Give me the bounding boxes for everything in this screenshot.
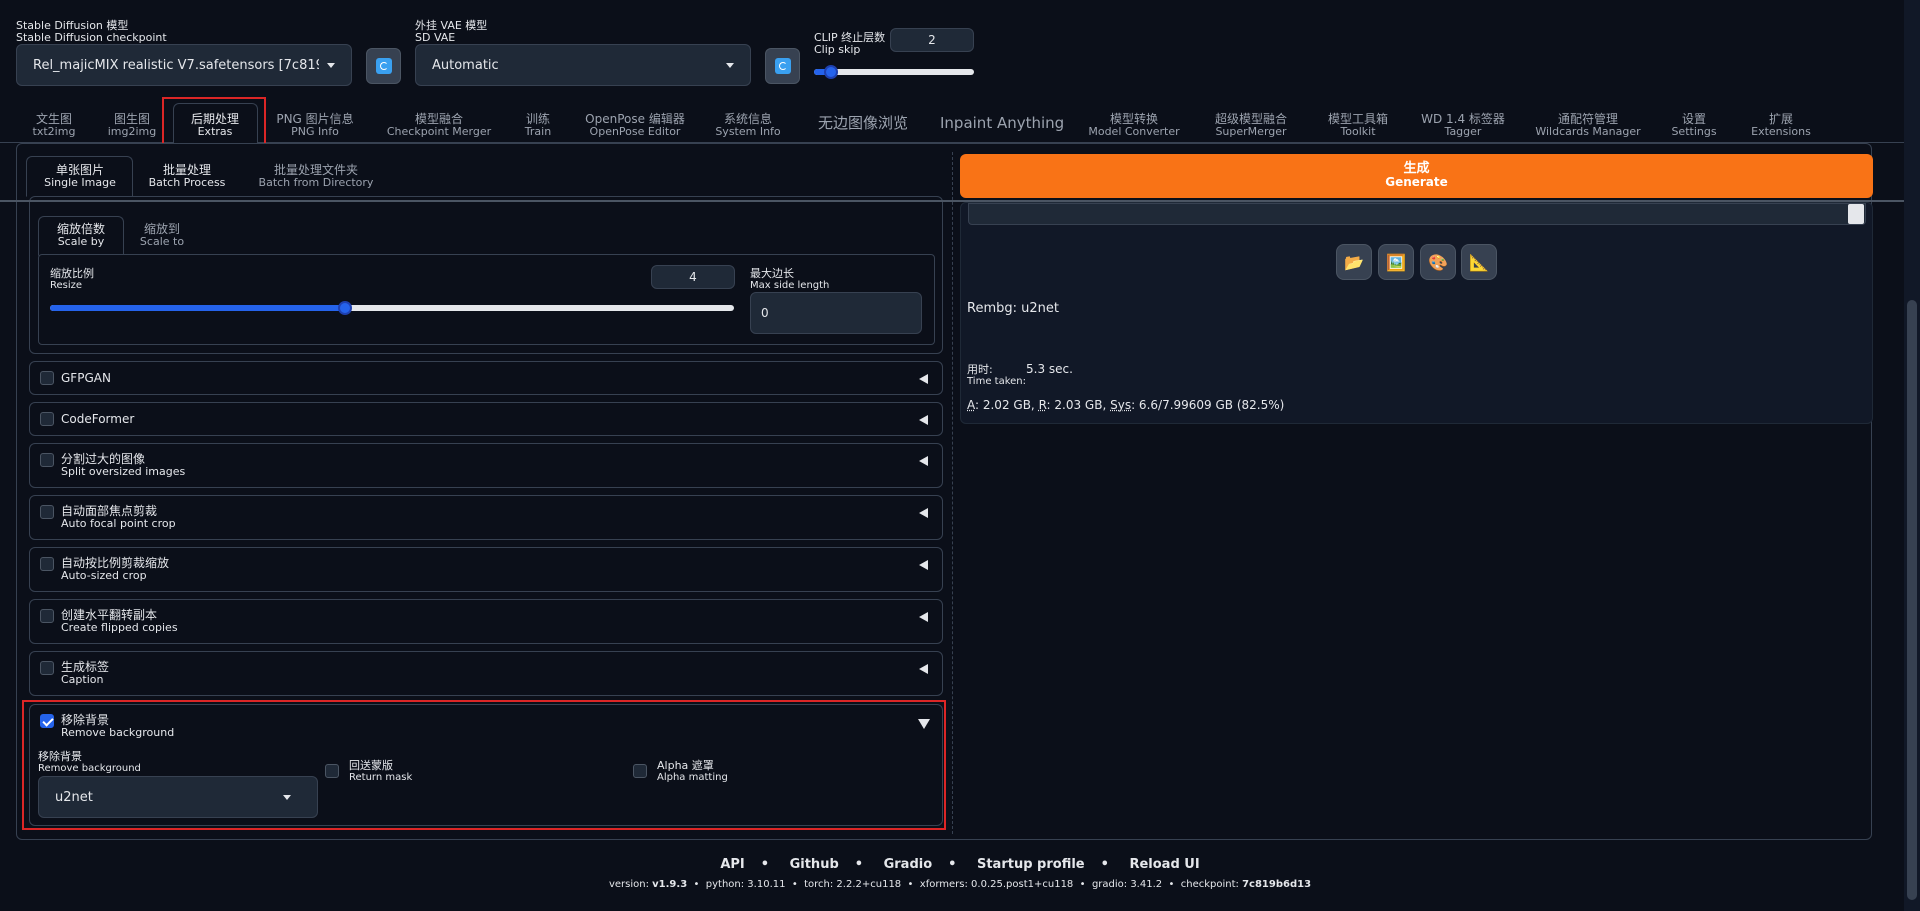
clip-skip-slider[interactable] xyxy=(814,65,974,79)
tab-png-info[interactable]: PNG 图片信息 PNG Info xyxy=(272,113,358,138)
resize-input[interactable]: 4 xyxy=(651,265,735,289)
collapse-arrow-icon xyxy=(919,415,928,425)
output-panel xyxy=(960,202,1873,424)
subtab-batch-process[interactable]: 批量处理 Batch Process xyxy=(148,164,226,189)
refresh-icon xyxy=(774,58,791,74)
open-folder-button[interactable]: 📂 xyxy=(1336,244,1372,280)
sd-vae-value: Automatic xyxy=(432,57,499,73)
chevron-down-icon xyxy=(327,62,335,68)
generate-button[interactable]: 生成 Generate xyxy=(960,154,1873,198)
slider-thumb[interactable] xyxy=(824,65,838,79)
version-info: version: v1.9.3 • python: 3.10.11 • torc… xyxy=(608,879,1312,890)
tab-inpaint-anything[interactable]: Inpaint Anything xyxy=(940,114,1064,132)
tab-toolkit[interactable]: 模型工具箱 Toolkit xyxy=(1316,113,1400,138)
sd-vae-label: 外挂 VAE 模型 SD VAE xyxy=(415,19,488,44)
collapse-arrow-icon xyxy=(919,560,928,570)
tab-txt2img[interactable]: 文生图 txt2img xyxy=(28,113,80,138)
clip-skip-input[interactable]: 2 xyxy=(890,28,974,52)
send-to-extras-button[interactable]: 📐 xyxy=(1461,244,1497,280)
accordion-codeformer[interactable]: CodeFormer xyxy=(29,402,943,436)
image-icon: 🖼️ xyxy=(1386,252,1406,272)
tab-tagger[interactable]: WD 1.4 标签器 Tagger xyxy=(1416,113,1510,138)
tab-train[interactable]: 训练 Train xyxy=(516,113,560,138)
collapse-arrow-icon xyxy=(919,612,928,622)
refresh-vae-button[interactable] xyxy=(765,48,800,84)
subtab-single-image[interactable]: 单张图片 Single Image xyxy=(30,164,130,189)
codeformer-checkbox[interactable] xyxy=(40,412,54,426)
api-link[interactable]: API xyxy=(720,857,744,872)
accordion-auto-focal-crop[interactable]: 自动面部焦点剪裁 Auto focal point crop xyxy=(29,495,943,540)
tab-checkpoint-merger[interactable]: 模型融合 Checkpoint Merger xyxy=(382,113,496,138)
collapse-arrow-icon xyxy=(919,374,928,384)
gradio-link[interactable]: Gradio xyxy=(884,857,933,872)
tab-model-converter[interactable]: 模型转换 Model Converter xyxy=(1084,113,1184,138)
tab-img2img[interactable]: 图生图 img2img xyxy=(104,113,160,138)
slider-fill xyxy=(50,305,346,311)
sd-model-value: Rel_majicMIX realistic V7.safetensors [7… xyxy=(33,57,319,73)
accordion-gfpgan[interactable]: GFPGAN xyxy=(29,361,943,395)
slider-track xyxy=(814,69,974,75)
refresh-icon xyxy=(375,58,392,74)
collapse-arrow-icon xyxy=(919,508,928,518)
clip-skip-label: CLIP 终止层数 Clip skip xyxy=(814,31,886,56)
rembg-info: Rembg: u2net xyxy=(967,301,1059,316)
palette-icon: 🎨 xyxy=(1428,252,1448,272)
output-gallery-bar xyxy=(968,203,1866,225)
resize-label: 缩放比例 Resize xyxy=(50,267,94,292)
chevron-down-icon xyxy=(726,62,734,68)
accordion-caption[interactable]: 生成标签 Caption xyxy=(29,651,943,696)
split-checkbox[interactable] xyxy=(40,453,54,467)
sd-model-dropdown[interactable]: Rel_majicMIX realistic V7.safetensors [7… xyxy=(16,44,352,86)
accordion-split-oversized[interactable]: 分割过大的图像 Split oversized images xyxy=(29,443,943,488)
memory-info: A: 2.02 GB, R: 2.03 GB, Sys: 6.6/7.99609… xyxy=(967,398,1285,412)
column-divider xyxy=(952,152,953,834)
auto-sized-crop-checkbox[interactable] xyxy=(40,557,54,571)
tab-wildcards-manager[interactable]: 通配符管理 Wildcards Manager xyxy=(1528,113,1648,138)
time-taken-label: 用时: Time taken: xyxy=(967,363,1026,388)
sd-vae-dropdown[interactable]: Automatic xyxy=(415,44,751,86)
collapse-arrow-icon xyxy=(919,664,928,674)
gfpgan-checkbox[interactable] xyxy=(40,371,54,385)
remove-bg-highlight-box xyxy=(22,700,946,830)
tab-supermerger[interactable]: 超级模型融合 SuperMerger xyxy=(1204,113,1298,138)
refresh-model-button[interactable] xyxy=(366,48,401,84)
page-scrollbar-thumb[interactable] xyxy=(1907,300,1917,900)
flipped-copies-checkbox[interactable] xyxy=(40,609,54,623)
accordion-auto-sized-crop[interactable]: 自动按比例剪裁缩放 Auto-sized crop xyxy=(29,547,943,592)
slider-thumb[interactable] xyxy=(338,301,352,315)
accordion-flipped-copies[interactable]: 创建水平翻转副本 Create flipped copies xyxy=(29,599,943,644)
time-taken-value: 5.3 sec. xyxy=(1026,362,1073,376)
tab-system-info[interactable]: 系统信息 System Info xyxy=(710,113,786,138)
max-side-label: 最大边长 Max side length xyxy=(750,267,830,292)
github-link[interactable]: Github xyxy=(790,857,839,872)
sd-model-label: Stable Diffusion 模型 Stable Diffusion che… xyxy=(16,19,167,44)
tab-scale-to[interactable]: 缩放到 Scale to xyxy=(134,223,190,248)
tab-openpose-editor[interactable]: OpenPose 编辑器 OpenPose Editor xyxy=(578,113,692,138)
startup-profile-link[interactable]: Startup profile xyxy=(977,857,1085,872)
collapse-arrow-icon xyxy=(919,456,928,466)
send-to-img2img-button[interactable]: 🖼️ xyxy=(1378,244,1414,280)
send-to-inpaint-button[interactable]: 🎨 xyxy=(1420,244,1456,280)
max-side-input[interactable]: 0 xyxy=(750,292,922,334)
reload-ui-link[interactable]: Reload UI xyxy=(1129,857,1199,872)
resize-slider[interactable] xyxy=(50,301,734,315)
caption-checkbox[interactable] xyxy=(40,661,54,675)
tab-infinite-image-browsing[interactable]: 无边图像浏览 xyxy=(808,114,918,132)
footer-links: API • Github • Gradio • Startup profile • Re… xyxy=(720,857,1200,872)
tab-extensions[interactable]: 扩展 Extensions xyxy=(1744,113,1818,138)
ruler-icon: 📐 xyxy=(1469,252,1489,272)
subtab-batch-from-directory[interactable]: 批量处理文件夹 Batch from Directory xyxy=(256,164,376,189)
tab-scale-by[interactable]: 缩放倍数 Scale by xyxy=(44,223,118,248)
tab-settings[interactable]: 设置 Settings xyxy=(1664,113,1724,138)
focal-crop-checkbox[interactable] xyxy=(40,505,54,519)
scroll-down-button[interactable] xyxy=(1848,204,1864,224)
folder-icon: 📂 xyxy=(1344,252,1364,272)
